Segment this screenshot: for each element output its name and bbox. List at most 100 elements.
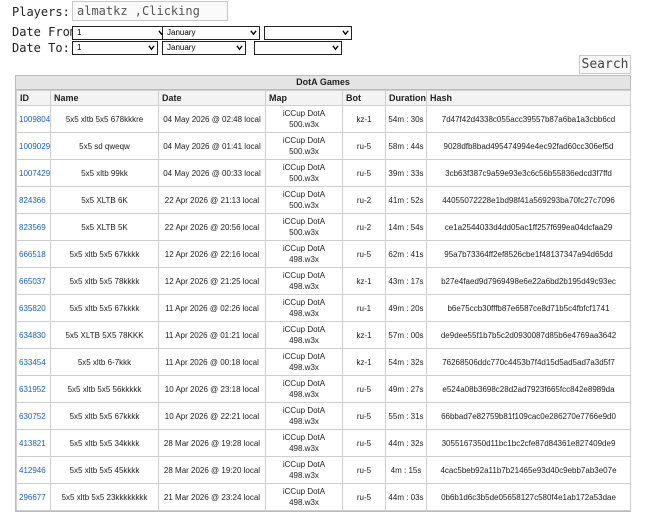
table-cell-bot: ru-2 [342,213,386,241]
table-cell-map: iCCup DotA 498.w3x [265,294,343,322]
date-from-month-select[interactable]: January [162,26,260,40]
column-header-map[interactable]: Map [265,90,343,106]
game-id-link[interactable]: 412946 [19,466,46,475]
table-cell-duration: 49m : 27s [385,375,427,403]
game-id-link[interactable]: 635820 [19,304,46,313]
table-cell-name: 5x5 xltb 99kk [50,159,159,187]
table-cell-duration: 44m : 03s [385,483,427,511]
date-from-month-value: January [167,28,196,37]
column-header-id[interactable]: ID [16,90,51,106]
column-header-date[interactable]: Date [158,90,266,106]
game-id-link[interactable]: 1007429 [19,169,50,178]
table-cell-map: iCCup DotA 498.w3x [265,321,343,349]
game-id-link[interactable]: 631952 [19,385,46,394]
table-cell-map: iCCup DotA 498.w3x [265,375,343,403]
table-cell-id: 296677 [16,483,51,511]
table-cell-date: 11 Apr 2026 @ 01:21 local [158,321,266,349]
date-from-day-select[interactable]: 1 [72,26,168,40]
column-header-name[interactable]: Name [50,90,159,106]
date-to-month-select[interactable]: January [162,41,246,55]
games-table: ID Name Date Map Bot Duration Hash 10098… [16,90,631,511]
game-bot: ru-5 [356,492,372,502]
table-cell-id: 665037 [16,267,51,295]
table-cell-map: iCCup DotA 500.w3x [265,132,343,160]
column-header-hash[interactable]: Hash [426,90,631,106]
table-cell-id: 412946 [16,456,51,484]
game-bot: kz-1 [356,357,372,367]
game-hash: 44055072228e1bd98f41a569293ba70fc27c7096 [442,195,615,205]
game-id-link[interactable]: 630752 [19,412,46,421]
table-cell-duration: 4m : 15s [385,456,427,484]
game-id-link[interactable]: 823569 [19,223,46,232]
game-id-link[interactable]: 296677 [19,493,46,502]
column-header-bot[interactable]: Bot [342,90,386,106]
date-from-year-select[interactable] [264,26,352,40]
table-cell-hash: ce1a2544033d4dd05ac1ff257f699ea04dcfaa29 [426,213,631,241]
column-header-duration[interactable]: Duration [385,90,427,106]
games-title: DotA Games [16,76,630,90]
table-cell-id: 1009029 [16,132,51,160]
game-id-link[interactable]: 1009029 [19,142,50,151]
game-id-link[interactable]: 666518 [19,250,46,259]
game-id-link[interactable]: 413821 [19,439,46,448]
table-row: 666518 5x5 xltb 5x5 67kkkk 12 Apr 2026 @ 2… [16,240,631,268]
table-cell-bot: ru-1 [342,294,386,322]
game-hash: b6e75ccb30fffb87e6587ce8d71b5c4fbfcf1741 [447,303,610,313]
game-name: 5x5 sd qweqw [79,141,130,151]
game-id-link[interactable]: 824366 [19,196,46,205]
table-cell-id: 635820 [16,294,51,322]
table-cell-bot: kz-1 [342,267,386,295]
players-input[interactable]: almatkz ,Clicking [72,1,228,21]
game-bot: ru-5 [356,411,372,421]
game-bot: ru-5 [356,465,372,475]
table-cell-date: 22 Apr 2026 @ 20:56 local [158,213,266,241]
table-cell-hash: e524a08b3698c28d2ad7923f665fcc842e8989da [426,375,631,403]
date-to-year-select[interactable] [254,41,342,55]
date-from-day-value: 1 [77,28,82,37]
game-map: iCCup DotA 500.w3x [282,190,326,210]
table-cell-name: 5x5 xltb 5x5 67kkkk [50,294,159,322]
table-cell-id: 634830 [16,321,51,349]
game-map: iCCup DotA 500.w3x [282,163,326,183]
table-cell-hash: 95a7b73364ff2ef8526cbe1f48137347a94d65dd [426,240,631,268]
game-date: 11 Apr 2026 @ 01:21 local [165,330,259,340]
table-cell-date: 04 May 2026 @ 00:33 local [158,159,266,187]
game-map: iCCup DotA 498.w3x [282,487,326,507]
table-cell-hash: 4cac5beb92a11b7b21465e93d40c9ebb7ab3e07e [426,456,631,484]
game-id-link[interactable]: 634830 [19,331,46,340]
game-date: 04 May 2026 @ 02:48 local [163,114,261,124]
table-cell-hash: de9dee55f1b7b5c2d0930087d85b6e4769aa3642 [426,321,631,349]
game-name: 5x5 xltb 5x5 45kkkk [69,465,140,475]
game-name: 5x5 XLTB 5K [81,222,128,232]
table-cell-map: iCCup DotA 498.w3x [265,267,343,295]
date-to-label: Date To: [12,41,70,55]
table-cell-id: 823569 [16,213,51,241]
table-row: 633454 5x5 xltb 6-7kkk 11 Apr 2026 @ 00:18… [16,348,631,376]
game-id-link[interactable]: 633454 [19,358,46,367]
game-id-link[interactable]: 665037 [19,277,46,286]
table-cell-bot: ru-5 [342,159,386,187]
table-row: 634830 5x5 XLTB 5X5 78KKK 11 Apr 2026 @ 01… [16,321,631,349]
table-cell-date: 04 May 2026 @ 02:48 local [158,105,266,133]
date-to-day-select[interactable]: 1 [72,41,158,55]
table-cell-id: 630752 [16,402,51,430]
game-duration: 54m : 32s [388,357,424,367]
game-id-link[interactable]: 1009804 [19,115,50,124]
table-cell-date: 10 Apr 2026 @ 22:21 local [158,402,266,430]
game-map: iCCup DotA 498.w3x [282,379,326,399]
game-hash: 95a7b73364ff2ef8526cbe1f48137347a94d65dd [444,249,613,259]
table-cell-bot: ru-5 [342,456,386,484]
table-cell-name: 5x5 xltb 6-7kkk [50,348,159,376]
chevron-down-icon [342,30,349,36]
table-cell-map: iCCup DotA 498.w3x [265,348,343,376]
game-hash: 3cb63f387c9a59e93e3c6c56b55836edcd3f7ffd [445,168,612,178]
table-row: 665037 5x5 xltb 5x5 78kkkk 12 Apr 2026 @ 2… [16,267,631,295]
game-hash: 0b6b1d6c3b5de05658127c580f4e1ab172a53dae [441,492,616,502]
game-name: 5x5 XLTB 6K [81,195,128,205]
game-duration: 58m : 44s [388,141,424,151]
table-cell-map: iCCup DotA 500.w3x [265,159,343,187]
game-date: 22 Apr 2026 @ 21:13 local [164,195,260,205]
table-cell-bot: ru-5 [342,483,386,511]
search-button[interactable]: Search [579,55,631,74]
game-duration: 54m : 30s [388,114,424,124]
